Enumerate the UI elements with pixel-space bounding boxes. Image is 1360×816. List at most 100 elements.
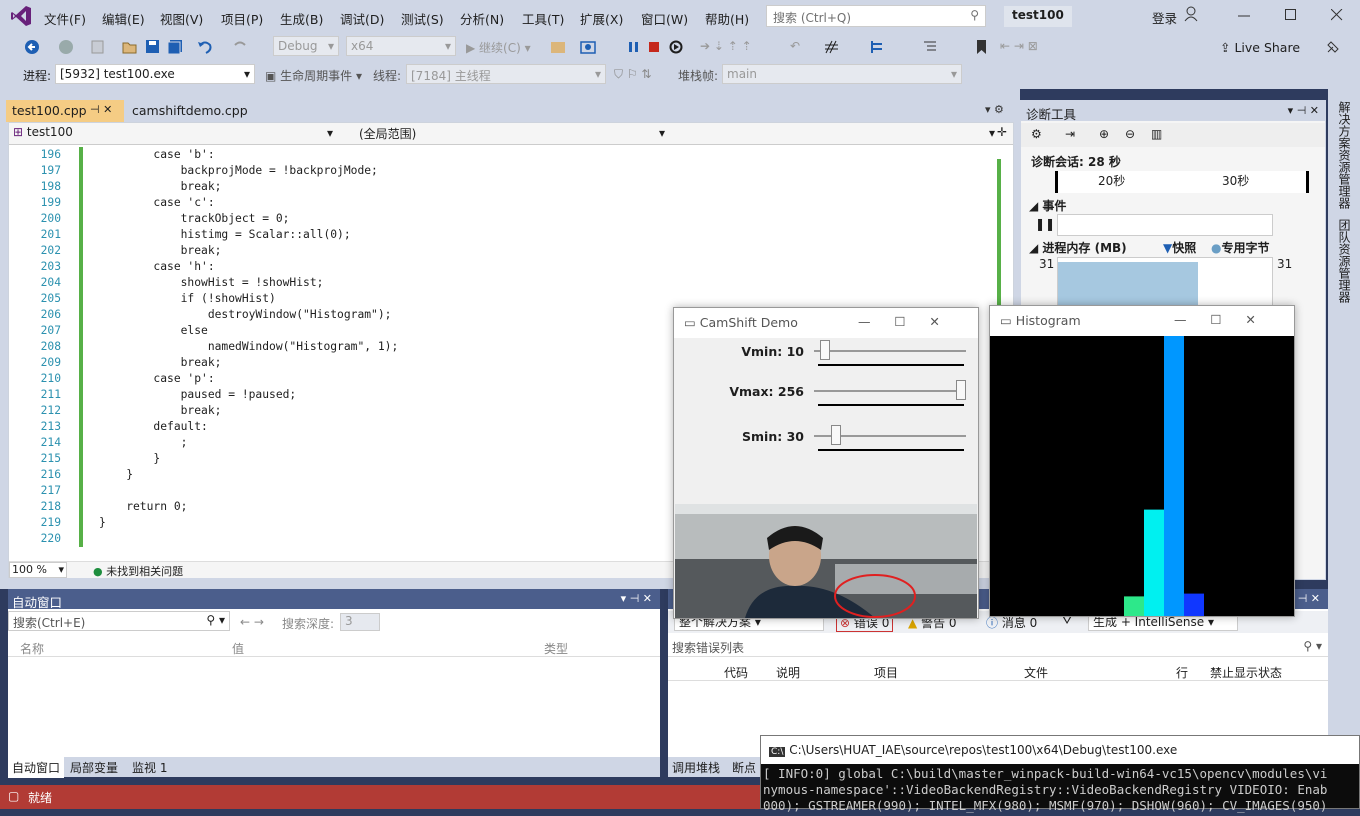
panel-controls[interactable]: ▾ ⊣ ✕ [1288,104,1319,117]
screenshot-icon[interactable] [580,39,596,55]
hex-display-icon[interactable] [824,39,840,55]
tab-watch[interactable]: 监视 1 [132,759,167,776]
camshift-titlebar[interactable]: ▭ CamShift Demo — ☐ ✕ [674,308,978,338]
search-input[interactable]: 搜索 (Ctrl+Q) ⚲ [766,5,986,27]
open-file-icon[interactable] [122,39,138,55]
thread-icon[interactable] [870,39,886,55]
menu-item-0[interactable]: 文件(F) [44,9,86,28]
find-icon[interactable] [550,39,566,55]
platform-select[interactable]: x64 ▾ [346,36,456,56]
error-search[interactable]: 搜索错误列表 ⚲ ▾ [668,637,1328,657]
export-icon[interactable]: ⇥ [1065,127,1075,141]
tab-camshiftdemo-cpp[interactable]: camshiftdemo.cpp [126,100,254,122]
search-depth-select[interactable]: 3 [340,613,380,631]
bookmark-nav-icons[interactable]: ⇤ ⇥ ⊠ [1000,39,1038,53]
process-select[interactable]: [5932] test100.exe ▾ [55,64,255,84]
chart-icon[interactable]: ▥ [1151,127,1162,141]
zoom-in-icon[interactable]: ⊕ [1099,127,1109,141]
step-icons[interactable]: ➔ ⇣ ⇡ ⇡ [700,39,752,53]
settings-icon[interactable]: ⚙ [1031,127,1042,141]
cam-window-controls[interactable]: — ☐ ✕ [858,314,940,329]
menu-item-9[interactable]: 扩展(X) [580,9,623,28]
menu-item-7[interactable]: 分析(N) [460,9,504,28]
menu-item-1[interactable]: 编辑(E) [102,9,145,28]
tab-call-stack[interactable]: 调用堆栈 [672,759,720,776]
member-nav-select[interactable]: ▾ [671,123,997,143]
zoom-out-icon[interactable]: ⊖ [1125,127,1135,141]
filter-icons[interactable]: ⛉ ⚐ ⇅ [614,67,651,82]
close-button[interactable] [1331,9,1343,21]
forward-icon[interactable] [58,39,74,55]
trackbar-track[interactable] [814,390,966,392]
code-text: destroyWindow("Histogram"); [99,308,392,321]
trackbar-thumb[interactable] [819,340,830,360]
panel-controls[interactable]: ▾ ⊣ ✕ [621,592,652,605]
undo-icon[interactable] [197,39,213,55]
trackbar-track[interactable] [814,350,966,352]
split-icon[interactable]: ✛ [997,125,1007,139]
console-line: [ INFO:0] global C:\build\master_winpack… [763,766,1328,781]
maximize-button[interactable] [1285,9,1297,21]
solution-explorer-tab[interactable]: 解决方案资源管理器 [1336,101,1353,209]
redo-icon[interactable] [232,39,248,55]
thread-select[interactable]: [7184] 主线程 ▾ [406,64,606,84]
stop-debugging-icon[interactable] [646,39,662,55]
solution-configuration-select[interactable]: Debug ▾ [273,36,339,56]
menu-item-5[interactable]: 调试(D) [340,9,384,28]
histogram-chart [1124,336,1204,616]
camshift-demo-window[interactable]: ▭ CamShift Demo — ☐ ✕ Vmin: 10 Vmax: 256 S… [673,307,979,619]
live-share-button[interactable]: ⇪ Live Share [1220,40,1300,55]
save-icon[interactable] [145,39,161,55]
account-icon[interactable] [1184,6,1200,22]
sign-in-link[interactable]: 登录 [1152,8,1177,27]
nav-arrows[interactable]: ← → [240,615,264,629]
scope-nav-select[interactable]: (全局范围) ▾ [339,123,667,143]
trackbar-thumb[interactable] [956,380,966,400]
menu-item-3[interactable]: 项目(P) [221,9,263,28]
menu-item-10[interactable]: 窗口(W) [641,9,688,28]
save-all-icon[interactable] [167,39,183,55]
histogram-window[interactable]: ▭ Histogram — ☐ ✕ [989,305,1295,617]
hist-window-controls[interactable]: — ☐ ✕ [1174,312,1256,327]
line-number: 204 [40,276,61,289]
vs-logo-icon [10,5,32,27]
menu-item-2[interactable]: 视图(V) [160,9,203,28]
code-text: break; [99,180,222,193]
console-titlebar[interactable]: C:\ C:\Users\HUAT_IAE\source\repos\test1… [761,736,1359,764]
team-explorer-tab[interactable]: 团队资源管理器 [1336,219,1353,303]
tab-locals[interactable]: 局部变量 [70,759,118,776]
bookmark-icon[interactable] [974,39,990,55]
tab-autos[interactable]: 自动窗口 [8,757,65,778]
menu-item-6[interactable]: 测试(S) [401,9,444,28]
console-window[interactable]: C:\ C:\Users\HUAT_IAE\source\repos\test1… [760,735,1360,813]
tab-overflow-icon[interactable]: ▾ ⚙ [985,103,1004,116]
minimize-button[interactable] [1238,8,1250,20]
back-icon[interactable] [24,39,40,55]
events-section[interactable]: ◢ 事件 [1029,197,1066,214]
autos-search-input[interactable]: 搜索(Ctrl+E) ⚲ ▾ [8,611,230,631]
break-all-icon[interactable] [626,39,642,55]
process-label: 进程: [23,69,52,83]
histogram-titlebar[interactable]: ▭ Histogram — ☐ ✕ [990,306,1294,336]
tab-test100-cpp[interactable]: test100.cpp ⊣ ✕ [6,100,124,122]
project-nav-select[interactable]: ⊞ test100 ▾ [9,123,335,143]
pause-icon[interactable]: ❚❚ [1035,217,1055,231]
menu-item-8[interactable]: 工具(T) [522,9,564,28]
tab-breakpoints[interactable]: 断点 [732,759,756,776]
memory-section[interactable]: ◢ 进程内存 (MB) [1029,239,1127,256]
trackbar-thumb[interactable] [831,425,842,445]
timeline-ruler[interactable]: 20秒 30秒 [1055,171,1309,193]
menu-item-4[interactable]: 生成(B) [280,9,323,28]
new-project-icon[interactable] [90,39,106,55]
step-back-icon[interactable]: ↶ [790,39,800,53]
stack-frame-select[interactable]: main ▾ [722,64,962,84]
feedback-icon[interactable] [1325,39,1341,55]
comment-icon[interactable] [922,39,938,55]
line-number: 208 [40,340,61,353]
menu-item-11[interactable]: 帮助(H) [705,9,749,28]
issues-indicator[interactable]: ● 未找到相关问题 [93,563,183,579]
continue-button[interactable]: ▶ 继续(C) ▾ [466,39,531,56]
zoom-select[interactable]: 100 % ▾ [9,562,67,578]
restart-icon[interactable] [668,39,684,55]
lifecycle-events-button[interactable]: ▣ 生命周期事件 ▾ [265,67,362,84]
